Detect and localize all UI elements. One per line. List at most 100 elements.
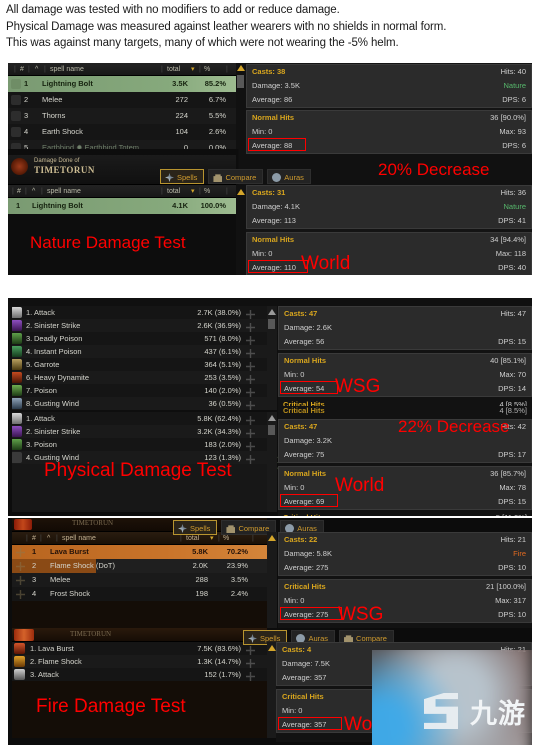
row-value: 7.5K (83.6%) [197,644,241,653]
table-row[interactable]: 1 Lightning Bolt 3.5K 85.2% [8,76,236,92]
table-row[interactable]: 5 Earthbind ✹ Earthbind Totem 0 0.0% [8,140,236,149]
tab-auras[interactable]: Auras [267,169,311,184]
move-handle-icon[interactable] [246,388,255,397]
wsg-scrollbar[interactable] [267,306,277,410]
table-row[interactable]: 1 Lava Burst 5.8K 70.2% [12,545,267,559]
dps-value: DPS: 41 [498,216,526,225]
move-handle-icon[interactable] [246,442,255,451]
world-scrollbar[interactable] [236,185,246,275]
col-spell-name[interactable]: spell name [50,63,84,76]
tab-compare[interactable]: Compare [208,169,264,184]
col-num[interactable]: # [20,63,24,76]
move-handle-icon[interactable] [246,646,255,655]
table-row[interactable]: 3 Thorns 224 5.5% [8,108,236,124]
table-row[interactable]: 4 Frost Shock 198 2.4% [12,587,267,601]
sort-desc-icon[interactable]: ▾ [191,63,195,76]
move-handle-icon[interactable] [246,336,255,345]
scroll-up-icon[interactable] [268,415,276,421]
intro-text: All damage was tested with no modifiers … [6,2,534,52]
tab-auras-label: Auras [284,173,304,182]
col-sort[interactable]: ^ [32,185,35,198]
table-row[interactable]: 1. Lava Burst 7.5K (83.6%) [12,642,267,655]
intro-line-1: All damage was tested with no modifiers … [6,4,340,16]
col-num[interactable]: # [17,185,21,198]
critical-hits-label: Critical Hits [282,692,324,701]
row-index: 1. [26,308,33,317]
row-pct: 70.2% [226,547,248,556]
scroll-up-icon[interactable] [268,309,276,315]
spells-icon [178,524,187,533]
row-spell-name: Poison [34,440,57,449]
move-handle-icon[interactable] [16,548,25,557]
col-total[interactable]: total [167,63,180,76]
window-titlebar[interactable]: TIMETORUN [12,628,267,642]
table-row[interactable]: 8. Gusting Wind 36 (0.5%) [12,397,267,410]
row-total: 2.0K [192,561,208,570]
move-handle-icon[interactable] [246,672,255,681]
col-total[interactable]: total [167,185,180,198]
table-row[interactable]: 1. Attack 5.8K (62.4%) [12,412,267,425]
table-row[interactable]: 6. Heavy Dynamite 253 (3.5%) [12,371,267,384]
scroll-up-icon[interactable] [237,189,245,195]
scroll-up-icon[interactable] [237,65,245,71]
move-handle-icon[interactable] [246,416,255,425]
wsg-scrollbar[interactable] [267,532,277,628]
table-row[interactable]: 3. Deadly Poison 571 (8.0%) [12,332,267,345]
move-handle-icon[interactable] [16,590,25,599]
scroll-thumb[interactable] [268,319,275,329]
table-row[interactable]: 4. Instant Poison 437 (6.1%) [12,345,267,358]
move-handle-icon[interactable] [246,375,255,384]
scroll-up-icon[interactable] [268,535,276,541]
normal-hits-count: 34 [94.4%] [490,235,526,244]
table-row[interactable]: 2. Flame Shock 1.3K (14.7%) [12,655,267,668]
col-num[interactable]: # [32,532,36,545]
row-index: 5. [26,360,33,369]
logo-text: 九游 [470,699,526,730]
normal-header-row: Normal Hits 36 [90.0%] [247,111,531,125]
table-row[interactable]: 3 Melee 288 3.5% [12,573,267,587]
table-row[interactable]: 2. Sinister Strike 2.6K (36.9%) [12,319,267,332]
col-spell-name[interactable]: spell name [62,532,96,545]
scroll-thumb[interactable] [268,425,275,435]
table-row[interactable]: 3. Poison 183 (2.0%) [12,438,267,451]
col-sort[interactable]: ^ [47,532,50,545]
move-handle-icon[interactable] [246,323,255,332]
move-handle-icon[interactable] [246,362,255,371]
row-index: 3 [32,575,37,584]
table-row[interactable]: 2 Flame Shock (DoT) 2.0K 23.9% [12,559,267,573]
table-row[interactable]: 1 Lightning Bolt 4.1K 100.0% [8,198,236,214]
sort-desc-icon[interactable]: ▾ [191,185,195,198]
table-row[interactable]: 1. Attack 2.7K (38.0%) [12,306,267,319]
table-row[interactable]: 2 Melee 272 6.7% [8,92,236,108]
scroll-thumb[interactable] [237,75,244,88]
row-spell-name: Flame Shock (DoT) [50,561,116,570]
wsg-scrollbar[interactable] [236,63,246,149]
col-pct[interactable]: % [204,185,210,198]
world-scrollbar[interactable] [267,412,277,512]
critical-hits-label: Critical Hits [284,582,326,591]
table-row[interactable]: 3. Attack 152 (1.7%) [12,668,267,681]
move-handle-icon[interactable] [246,659,255,668]
move-handle-icon[interactable] [246,310,255,319]
row-index: 3 [24,111,29,120]
tab-spells[interactable]: Spells [173,520,218,535]
table-row[interactable]: 4 Earth Shock 104 2.6% [8,124,236,140]
intro-line-2: Physical Damage was measured against lea… [6,20,447,33]
move-handle-icon[interactable] [16,562,25,571]
row-value: 364 (5.1%) [204,360,241,369]
table-row[interactable]: 2. Sinister Strike 3.2K (34.3%) [12,425,267,438]
annotation-wsg-fire: WSG [338,604,384,625]
table-row[interactable]: 7. Poison 140 (2.0%) [12,384,267,397]
tab-spells[interactable]: Spells [160,169,205,184]
move-handle-icon[interactable] [246,349,255,358]
col-spell-name[interactable]: spell name [47,185,81,198]
move-handle-icon[interactable] [246,455,255,464]
compare-icon [226,525,236,533]
move-handle-icon[interactable] [246,401,255,410]
move-handle-icon[interactable] [246,429,255,438]
col-pct[interactable]: % [204,63,210,76]
scroll-up-icon[interactable] [268,645,276,651]
move-handle-icon[interactable] [16,576,25,585]
table-row[interactable]: 5. Garrote 364 (5.1%) [12,358,267,371]
col-sort[interactable]: ^ [35,63,38,76]
